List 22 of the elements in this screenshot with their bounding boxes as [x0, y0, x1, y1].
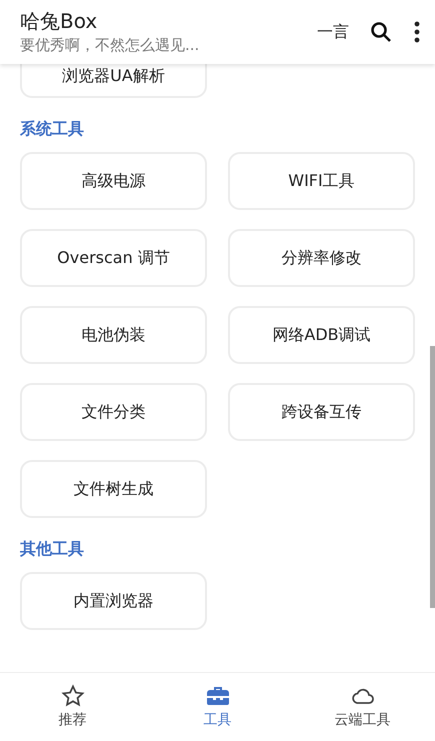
- star-icon: [60, 684, 84, 708]
- tool-button[interactable]: Overscan 调节: [20, 229, 207, 287]
- nav-tab[interactable]: 工具: [145, 673, 290, 741]
- tool-button[interactable]: 网络ADB调试: [228, 306, 415, 364]
- section-title: 其他工具: [20, 538, 85, 560]
- tool-button[interactable]: 文件分类: [20, 383, 207, 441]
- app-title: 哈兔Box: [20, 8, 98, 34]
- tool-button[interactable]: 浏览器UA解析: [20, 64, 207, 98]
- tool-button[interactable]: 高级电源: [20, 152, 207, 210]
- search-icon[interactable]: [369, 20, 393, 44]
- section-title: 系统工具: [20, 118, 85, 140]
- tool-button[interactable]: 内置浏览器: [20, 572, 207, 630]
- tool-button[interactable]: 跨设备互传: [228, 383, 415, 441]
- tool-button[interactable]: 分辨率修改: [228, 229, 415, 287]
- tool-button[interactable]: 电池伪装: [20, 306, 207, 364]
- nav-tab[interactable]: 推荐: [0, 673, 145, 741]
- tool-button[interactable]: 文件树生成: [20, 460, 207, 518]
- more-icon[interactable]: [413, 21, 421, 43]
- quote-button[interactable]: 一言: [317, 20, 349, 44]
- app-subtitle: 要优秀啊，不然怎么遇见...: [20, 35, 200, 56]
- nav-tab[interactable]: 云端工具: [290, 673, 435, 741]
- tool-button[interactable]: WIFI工具: [228, 152, 415, 210]
